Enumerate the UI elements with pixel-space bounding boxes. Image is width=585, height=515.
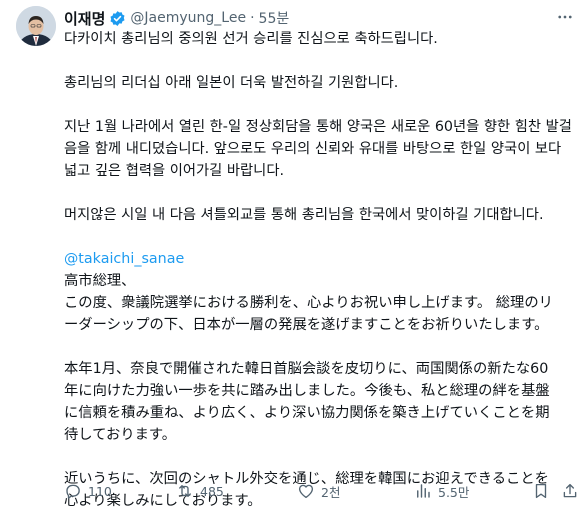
tweet-line: 年に向けた力強い一歩を共に踏み出しました。今後も、私と総理の絆を基盤	[64, 383, 550, 399]
share-icon	[563, 483, 577, 498]
verified-badge-icon[interactable]	[109, 10, 126, 27]
tweet-timestamp[interactable]: 55분	[259, 8, 290, 28]
tweet[interactable]: 이재명 @Jaemyung_Lee · 55분 다카이치 총리님의 중의원 선거…	[0, 0, 585, 515]
tweet-line: 待しております。	[64, 427, 177, 443]
share-button[interactable]	[561, 481, 579, 501]
tweet-header: 이재명 @Jaemyung_Lee · 55분	[64, 8, 289, 28]
tweet-line: 다카이치 총리님의 중의원 선거 승리를 진심으로 축하드립니다.	[64, 31, 438, 47]
more-icon	[558, 15, 572, 19]
tweet-line: 本年1月、奈良で開催された韓日首脳会談を皮切りに、両国関係の新たな60	[64, 361, 549, 377]
author-name[interactable]: 이재명	[64, 8, 105, 29]
repost-icon	[179, 485, 191, 497]
tweet-line: ーダーシップの下、日本が一層の発展を遂げますことをお祈りいたします。	[64, 317, 549, 333]
action-bar: 110 485 2천 5.5만	[64, 481, 584, 501]
tweet-line: 高市総理、	[64, 273, 136, 289]
reply-icon	[66, 484, 80, 499]
like-count: 2천	[321, 484, 341, 500]
more-options-button[interactable]	[554, 6, 576, 28]
tweet-line: 머지않은 시일 내 다음 셔틀외교를 통해 총리님을 한국에서 맞이하길 기대합…	[64, 207, 544, 223]
views-icon	[417, 484, 430, 498]
like-button[interactable]: 2천	[297, 481, 340, 501]
avatar-photo	[16, 6, 56, 46]
bookmark-button[interactable]	[532, 481, 550, 501]
separator-dot: ·	[250, 10, 255, 26]
tweet-text: 다카이치 총리님의 중의원 선거 승리를 진심으로 축하드립니다. 총리님의 리더…	[64, 28, 576, 512]
author-avatar[interactable]	[16, 6, 56, 46]
tweet-line: 총리님의 리더십 아래 일본이 더욱 발전하길 기원합니다.	[64, 75, 399, 91]
mention-link[interactable]: @takaichi_sanae	[64, 248, 576, 270]
reply-button[interactable]: 110	[64, 481, 112, 501]
views-count: 5.5만	[438, 484, 470, 500]
tweet-line: この度、衆議院選挙における勝利を、心よりお祝い申し上げます。 総理のリ	[64, 295, 553, 311]
tweet-line: 넓고 깊은 협력을 이어가길 바랍니다.	[64, 163, 285, 179]
reply-count: 110	[88, 483, 112, 499]
tweet-line: 지난 1월 나라에서 열린 한-일 정상회담을 통해 양국은 새로운 60년을 …	[64, 119, 572, 135]
tweet-line: に信頼を積み重ね、より広く、より深い協力関係を築き上げていくことを期	[64, 405, 550, 421]
repost-count: 485	[200, 483, 224, 499]
tweet-line: 음을 함께 내디뎠습니다. 앞으로도 우리의 신뢰와 유대를 바탕으로 한일 양…	[64, 141, 562, 157]
repost-button[interactable]: 485	[176, 481, 224, 501]
author-handle[interactable]: @Jaemyung_Lee	[130, 10, 246, 26]
bookmark-icon	[535, 483, 547, 499]
like-icon	[298, 484, 314, 499]
views-button[interactable]: 5.5만	[414, 481, 469, 501]
